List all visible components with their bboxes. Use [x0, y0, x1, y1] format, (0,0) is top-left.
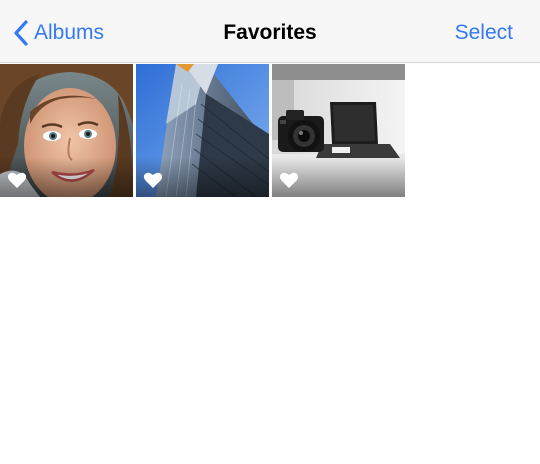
favorite-heart-icon	[7, 172, 27, 188]
favorite-heart-icon	[279, 172, 299, 188]
photo-thumbnail[interactable]	[272, 64, 405, 197]
select-button[interactable]: Select	[455, 18, 513, 48]
navigation-bar: Albums Favorites Select	[0, 0, 540, 63]
photo-thumbnail[interactable]	[0, 64, 133, 197]
photo-grid	[0, 64, 540, 197]
favorite-heart-icon	[143, 172, 163, 188]
photo-thumbnail[interactable]	[136, 64, 269, 197]
